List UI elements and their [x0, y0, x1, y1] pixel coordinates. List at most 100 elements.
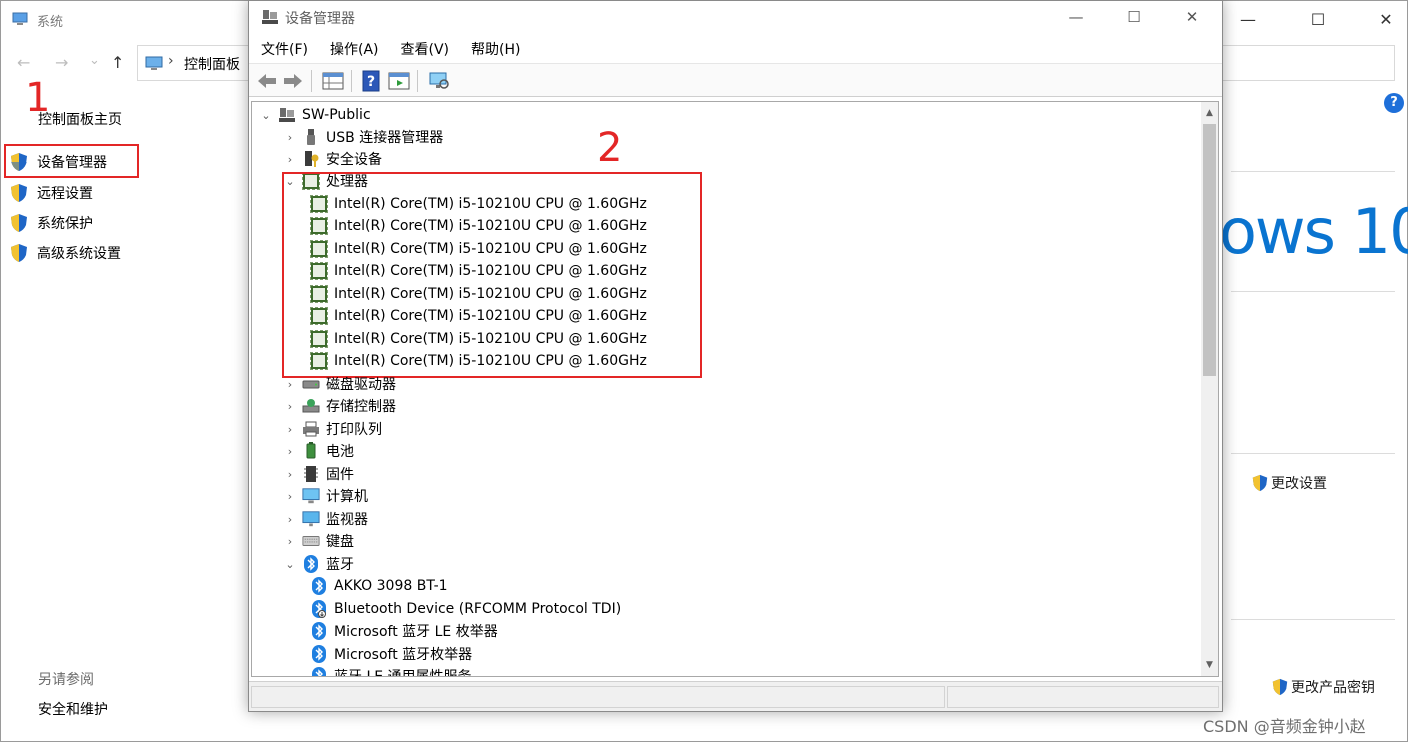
- annotation-marker-2: 2: [597, 125, 623, 171]
- security-key-icon: [302, 150, 320, 168]
- bluetooth-device-item[interactable]: Microsoft 蓝牙枚举器: [306, 643, 472, 665]
- usb-icon: [302, 128, 320, 146]
- properties-grid-icon[interactable]: [321, 70, 345, 92]
- tree-node-monitors[interactable]: › 监视器: [282, 508, 368, 530]
- remote-settings-label: 远程设置: [37, 186, 93, 202]
- help-icon[interactable]: ?: [1384, 93, 1404, 113]
- expand-chevron-icon[interactable]: ›: [282, 513, 298, 526]
- expand-chevron-icon[interactable]: ›: [282, 445, 298, 458]
- change-settings-label: 更改设置: [1271, 476, 1327, 492]
- breadcrumb-control-panel[interactable]: 控制面板: [184, 54, 240, 74]
- scroll-up-arrow-icon[interactable]: ▲: [1201, 104, 1218, 122]
- status-cell: [251, 686, 945, 708]
- battery-icon: [302, 442, 320, 460]
- minimize-button[interactable]: —: [1225, 1, 1271, 37]
- back-arrow-icon[interactable]: [255, 70, 279, 92]
- dm-close-button[interactable]: ✕: [1169, 1, 1215, 33]
- vertical-scrollbar[interactable]: ▲ ▼: [1201, 102, 1218, 676]
- bluetooth-device-item[interactable]: Microsoft 蓝牙 LE 枚举器: [306, 620, 498, 642]
- uac-shield-icon: [11, 184, 27, 202]
- keyboard-icon: [302, 532, 320, 550]
- tree-node-disk-drives[interactable]: › 磁盘驱动器: [282, 373, 396, 395]
- collapse-chevron-icon[interactable]: ⌄: [258, 109, 274, 122]
- bluetooth-label: 蓝牙: [326, 557, 354, 573]
- collapse-chevron-icon[interactable]: ⌄: [282, 558, 298, 571]
- dm-minimize-button[interactable]: —: [1053, 1, 1099, 33]
- up-arrow-icon[interactable]: ↑: [111, 53, 124, 72]
- system-protection-link[interactable]: 系统保护: [9, 211, 93, 235]
- storage-controllers-label: 存储控制器: [326, 399, 396, 415]
- root-label: SW-Public: [302, 107, 371, 123]
- tree-node-keyboards[interactable]: › 键盘: [282, 530, 354, 552]
- status-cell: [947, 686, 1219, 708]
- back-arrow-icon[interactable]: ←: [17, 53, 30, 72]
- device-tree[interactable]: ⌄ SW-Public › USB 连接器管理器 › 安全设备 ⌄ 处理器 In…: [251, 101, 1219, 677]
- see-also-heading: 另请参阅: [38, 672, 94, 688]
- scroll-down-arrow-icon[interactable]: ▼: [1201, 656, 1218, 674]
- toolbar-separator: [417, 70, 418, 92]
- status-bar: [249, 681, 1222, 711]
- bluetooth-device-label: AKKO 3098 BT-1: [334, 578, 448, 594]
- tree-node-storage-controllers[interactable]: › 存储控制器: [282, 395, 396, 417]
- bluetooth-device-item[interactable]: Bluetooth Device (RFCOMM Protocol TDI): [306, 598, 621, 620]
- toolbar-separator: [351, 70, 352, 92]
- expand-chevron-icon[interactable]: ›: [282, 131, 298, 144]
- remote-settings-link[interactable]: 远程设置: [9, 181, 93, 205]
- change-product-key-link[interactable]: 更改产品密钥: [1271, 677, 1375, 697]
- firmware-label: 固件: [326, 467, 354, 483]
- bluetooth-device-item[interactable]: 蓝牙 LE 通用属性服务: [306, 665, 472, 677]
- storage-controller-icon: [302, 397, 320, 415]
- advanced-system-settings-link[interactable]: 高级系统设置: [9, 241, 121, 265]
- maximize-button[interactable]: ☐: [1295, 1, 1341, 37]
- tree-node-bluetooth[interactable]: ⌄ 蓝牙: [282, 553, 354, 575]
- dm-maximize-button[interactable]: ☐: [1111, 1, 1157, 33]
- forward-arrow-icon[interactable]: →: [55, 53, 68, 72]
- bluetooth-device-label: 蓝牙 LE 通用属性服务: [334, 669, 472, 677]
- control-panel-home-link[interactable]: 控制面板主页: [38, 109, 122, 129]
- update-driver-icon[interactable]: [387, 70, 411, 92]
- expand-chevron-icon[interactable]: ›: [282, 400, 298, 413]
- computer-icon: [302, 487, 320, 505]
- divider: [1231, 453, 1395, 454]
- tree-node-usb-connector-manager[interactable]: › USB 连接器管理器: [282, 126, 443, 148]
- tree-node-batteries[interactable]: › 电池: [282, 440, 354, 462]
- system-computer-icon: [12, 12, 28, 25]
- usb-connector-manager-label: USB 连接器管理器: [326, 130, 444, 146]
- computer-node-icon: [278, 106, 296, 124]
- bluetooth-device-item[interactable]: AKKO 3098 BT-1: [306, 575, 448, 597]
- expand-chevron-icon[interactable]: ›: [282, 535, 298, 548]
- tree-root[interactable]: ⌄ SW-Public: [258, 104, 371, 126]
- menu-view[interactable]: 查看(V): [389, 37, 460, 63]
- menu-action[interactable]: 操作(A): [318, 37, 389, 63]
- expand-chevron-icon[interactable]: ›: [282, 153, 298, 166]
- scan-monitor-icon[interactable]: [427, 70, 451, 92]
- scrollbar-thumb[interactable]: [1203, 124, 1216, 376]
- change-settings-link[interactable]: 更改设置: [1251, 473, 1327, 493]
- close-button[interactable]: ✕: [1363, 1, 1408, 37]
- system-protection-label: 系统保护: [37, 216, 93, 232]
- bluetooth-disabled-icon: [310, 600, 328, 618]
- help-book-icon[interactable]: ?: [359, 70, 383, 92]
- device-manager-icon: [262, 10, 278, 24]
- expand-chevron-icon[interactable]: ›: [282, 378, 298, 391]
- forward-arrow-icon[interactable]: [281, 70, 305, 92]
- tree-node-computer[interactable]: › 计算机: [282, 485, 368, 507]
- menu-help[interactable]: 帮助(H): [459, 37, 530, 63]
- expand-chevron-icon[interactable]: ›: [282, 468, 298, 481]
- expand-chevron-icon[interactable]: ›: [282, 490, 298, 503]
- device-manager-window: 设备管理器 — ☐ ✕ 文件(F) 操作(A) 查看(V) 帮助(H) ? ⌄ …: [248, 0, 1223, 712]
- tree-node-print-queues[interactable]: › 打印队列: [282, 418, 382, 440]
- printer-icon: [302, 420, 320, 438]
- batteries-label: 电池: [326, 444, 354, 460]
- toolbar-separator: [311, 70, 312, 92]
- menu-file[interactable]: 文件(F): [249, 37, 318, 63]
- disk-drive-icon: [302, 375, 320, 393]
- computer-label: 计算机: [326, 489, 368, 505]
- tree-node-security-devices[interactable]: › 安全设备: [282, 148, 382, 170]
- bluetooth-device-label: Microsoft 蓝牙枚举器: [334, 647, 473, 663]
- expand-chevron-icon[interactable]: ›: [282, 423, 298, 436]
- recent-locations-icon[interactable]: ⌄: [89, 53, 100, 68]
- tree-node-firmware[interactable]: › 固件: [282, 463, 354, 485]
- uac-shield-icon: [1252, 474, 1268, 492]
- security-maintenance-link[interactable]: 安全和维护: [38, 699, 108, 719]
